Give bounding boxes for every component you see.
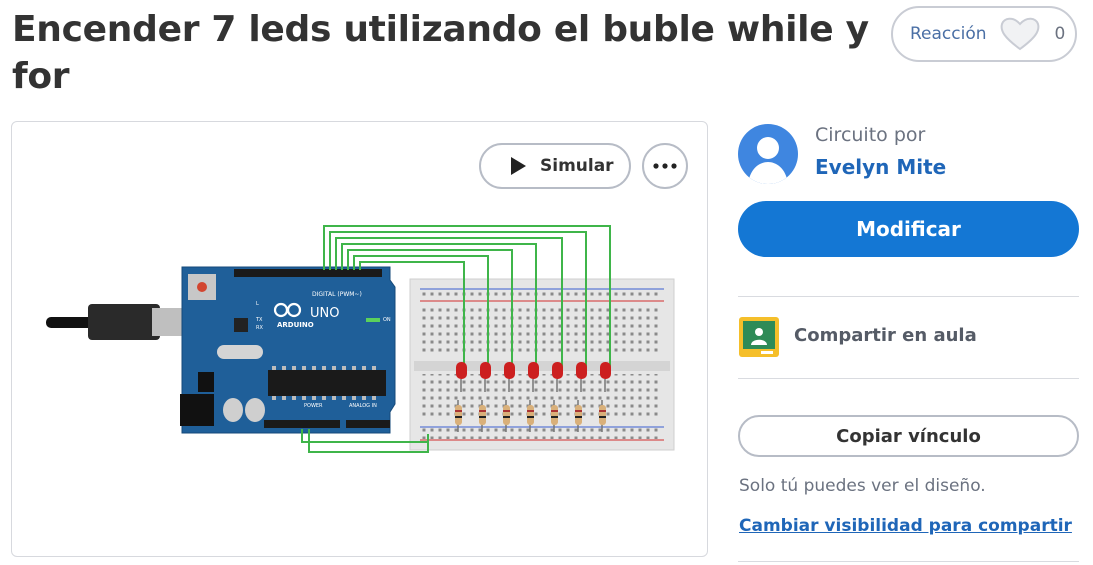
l-label: L — [256, 301, 259, 307]
user-avatar-icon — [738, 124, 798, 184]
google-classroom-icon[interactable] — [739, 317, 779, 357]
divider — [738, 378, 1079, 379]
power-label: POWER — [304, 403, 323, 409]
on-label: ON — [383, 317, 391, 323]
board-model: UNO — [310, 306, 339, 321]
rx-label: RX — [256, 325, 263, 331]
tx-label: TX — [255, 317, 263, 323]
analog-label: ANALOG IN — [349, 403, 377, 409]
visibility-note: Solo tú puedes ver el diseño. — [739, 476, 986, 496]
change-visibility-link[interactable]: Cambiar visibilidad para compartir — [739, 516, 1072, 536]
divider — [738, 561, 1079, 562]
digital-label: DIGITAL (PWM~) — [312, 291, 362, 298]
author-prefix: Circuito por — [815, 124, 926, 146]
simulate-button[interactable]: Simular — [479, 143, 631, 189]
divider — [738, 296, 1079, 297]
board-brand: ARDUINO — [277, 321, 314, 329]
more-icon — [653, 163, 677, 169]
arduino-board: DIGITAL (PWM~) ARDUINO UNO ON L TX RX PO… — [180, 266, 396, 434]
breadboard — [409, 278, 675, 451]
reaction-count: 0 — [1054, 24, 1066, 44]
reaction-label: Reacción — [910, 24, 987, 44]
author-name-link[interactable]: Evelyn Mite — [815, 155, 946, 179]
modify-button[interactable]: Modificar — [738, 201, 1079, 257]
reaction-button[interactable]: Reacción 0 — [891, 6, 1077, 62]
usb-cable — [46, 304, 184, 340]
circuit-preview[interactable]: DIGITAL (PWM~) ARDUINO UNO ON L TX RX PO… — [11, 121, 708, 557]
simulate-label: Simular — [540, 156, 614, 176]
play-icon — [511, 157, 526, 175]
avatar[interactable] — [738, 124, 798, 184]
page-title: Encender 7 leds utilizando el buble whil… — [12, 9, 869, 97]
copy-link-button[interactable]: Copiar vínculo — [738, 415, 1079, 457]
heart-icon — [1000, 17, 1039, 51]
more-options-button[interactable] — [642, 143, 688, 189]
share-classroom-link[interactable]: Compartir en aula — [794, 325, 977, 346]
